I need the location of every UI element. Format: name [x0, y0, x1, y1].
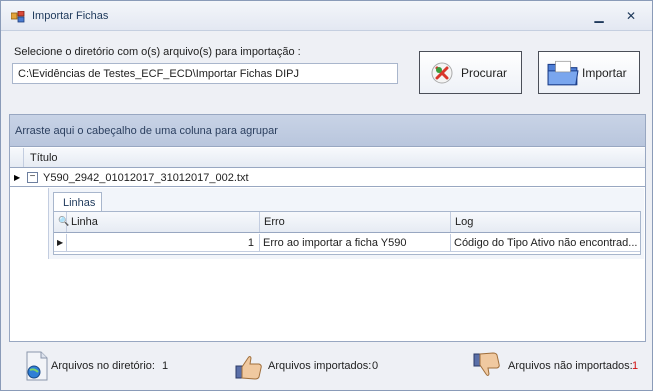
files-not-imported-label: Arquivos não importados:: [508, 360, 633, 372]
row-selected-icon: ▶: [14, 173, 21, 182]
close-icon[interactable]: ✕: [623, 9, 639, 23]
browse-button-label: Procurar: [461, 66, 508, 80]
title-bar: Importar Fichas ▁ ✕: [1, 1, 652, 31]
cell-log-value: Código do Tipo Ativo não encontrad...: [454, 237, 638, 249]
minimize-icon[interactable]: ▁: [591, 9, 607, 23]
table-row[interactable]: ▶ − Y590_2942_01012017_31012017_002.txt: [10, 169, 645, 187]
import-window: Importar Fichas ▁ ✕ Selecione o diretóri…: [0, 0, 653, 391]
window-title: Importar Fichas: [32, 10, 109, 22]
column-header-log-label: Log: [455, 216, 474, 228]
status-files-imported: Arquivos importados: 0: [233, 350, 393, 384]
column-header-erro-label: Erro: [264, 216, 285, 228]
column-title-label: Título: [30, 152, 58, 164]
thumbs-up-icon: [235, 356, 262, 380]
grid-column-header[interactable]: Título: [10, 148, 645, 168]
cell-erro-value: Erro ao importar a ficha Y590: [263, 237, 407, 249]
row-indicator: ▶: [54, 234, 67, 251]
folder-icon: [547, 60, 579, 86]
files-in-directory-count: 1: [162, 360, 169, 372]
files-imported-count: 0: [372, 360, 379, 372]
group-by-panel[interactable]: Arraste aqui o cabeçalho de uma coluna p…: [10, 115, 645, 147]
cell-linha[interactable]: 1: [67, 234, 260, 251]
directory-path-input[interactable]: [12, 63, 398, 84]
import-button[interactable]: Importar: [538, 51, 640, 94]
files-imported-label: Arquivos importados:: [268, 360, 372, 372]
browse-icon: [431, 62, 453, 84]
row-indicator-header: [10, 148, 24, 167]
files-not-imported-count: 1: [632, 360, 639, 372]
detail-grid-header: 🔍 Linha Erro Log: [54, 212, 640, 233]
files-grid: Arraste aqui o cabeçalho de uma coluna p…: [9, 114, 646, 342]
import-button-label: Importar: [582, 66, 627, 80]
file-title: Y590_2942_01012017_31012017_002.txt: [43, 172, 249, 184]
status-files-in-directory: Arquivos no diretório: 1: [21, 350, 181, 384]
collapse-icon[interactable]: −: [27, 172, 38, 183]
column-header-linha-label: Linha: [71, 216, 98, 228]
thumbs-down-icon: [473, 352, 500, 376]
row-selected-icon: ▶: [57, 238, 64, 247]
detail-panel: Linhas 🔍 Linha Erro Log ▶ 1 Erro ao impo…: [48, 188, 644, 259]
table-row[interactable]: ▶ 1 Erro ao importar a ficha Y590 Código…: [54, 234, 640, 252]
cell-log[interactable]: Código do Tipo Ativo não encontrad...: [451, 234, 640, 251]
column-header-log[interactable]: Log: [451, 212, 640, 232]
search-column-header[interactable]: 🔍: [54, 212, 69, 232]
group-panel-text: Arraste aqui o cabeçalho de uma coluna p…: [15, 125, 278, 137]
document-globe-icon: [26, 351, 48, 381]
tab-linhas-label: Linhas: [63, 197, 96, 209]
column-header-linha[interactable]: Linha: [67, 212, 260, 232]
status-files-not-imported: Arquivos não importados: 1: [471, 350, 641, 384]
browse-button[interactable]: Procurar: [419, 51, 522, 94]
column-header-erro[interactable]: Erro: [260, 212, 451, 232]
files-in-directory-label: Arquivos no diretório:: [51, 360, 155, 372]
cell-erro[interactable]: Erro ao importar a ficha Y590: [260, 234, 451, 251]
tab-linhas[interactable]: Linhas: [53, 192, 102, 212]
detail-grid: 🔍 Linha Erro Log ▶ 1 Erro ao importar a …: [53, 211, 641, 255]
directory-label: Selecione o diretório com o(s) arquivo(s…: [14, 46, 301, 58]
app-icon: [11, 11, 25, 23]
cell-linha-value: 1: [247, 237, 254, 249]
